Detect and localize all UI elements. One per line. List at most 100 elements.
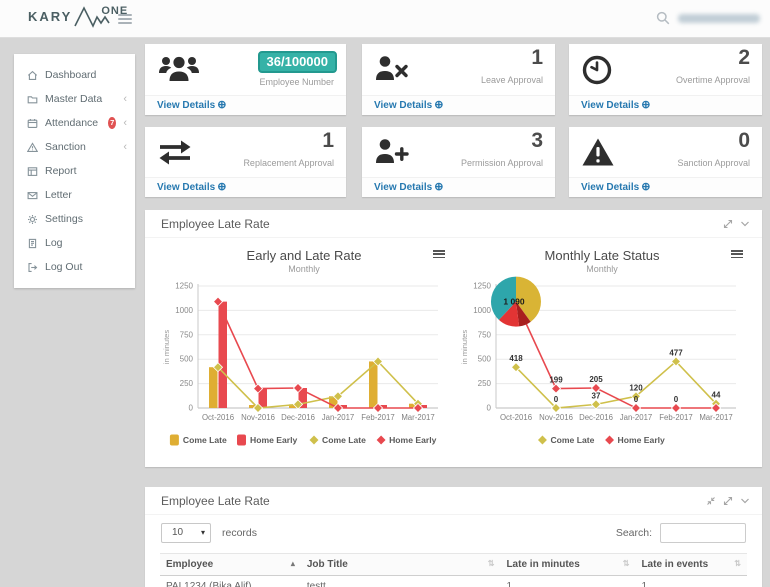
brand-logo[interactable]: KARY ONE [28, 5, 128, 29]
svg-text:750: 750 [180, 330, 194, 339]
svg-text:418: 418 [509, 354, 523, 363]
sort-icon: ⇅ [734, 559, 741, 568]
late-events-cell: 1 [635, 576, 747, 587]
stat-card-permission-approval: 3 Permission Approval View Details⊕ [362, 127, 555, 197]
chevron-left-icon: ‹ [123, 118, 127, 128]
svg-text:120: 120 [629, 383, 643, 392]
plus-circle-icon: ⊕ [641, 99, 650, 111]
svg-text:in minutes: in minutes [162, 330, 171, 364]
chevron-down-icon[interactable] [740, 219, 750, 229]
employee-late-table: Employee▴ Job Title⇅ Late in minutes⇅ La… [160, 553, 747, 587]
clock-icon [581, 54, 613, 86]
card-value: 3 [531, 129, 543, 153]
svg-text:Feb-2017: Feb-2017 [659, 413, 692, 422]
sidebar-item-master-data[interactable]: Master Data ‹ [14, 87, 135, 111]
table-search-input[interactable] [660, 523, 746, 543]
charts-panel: Employee Late Rate Early and Late Rate M… [145, 210, 762, 467]
chevron-left-icon: ‹ [123, 94, 127, 104]
sidebar-item-log[interactable]: Log [14, 231, 135, 255]
user-account-blurred[interactable] [678, 14, 760, 23]
job-title-cell: testt [301, 576, 501, 587]
chart-title: Early and Late Rate [155, 248, 453, 263]
card-value: 1 [531, 46, 543, 70]
chart-subtitle: Monthly [453, 264, 751, 274]
view-details-link[interactable]: View Details⊕ [145, 95, 346, 115]
caret-down-icon: ▾ [201, 524, 205, 542]
svg-text:1000: 1000 [473, 306, 491, 315]
table-panel-header: Employee Late Rate [145, 487, 762, 515]
calendar-icon [27, 118, 38, 129]
panel-title: Employee Late Rate [161, 494, 270, 508]
panel-title: Employee Late Rate [161, 217, 270, 231]
svg-text:477: 477 [669, 348, 683, 357]
svg-text:0: 0 [634, 395, 639, 404]
expand-icon[interactable] [723, 219, 733, 229]
person-x-icon [374, 54, 410, 84]
svg-text:Come Late: Come Late [183, 435, 227, 445]
view-details-link[interactable]: View Details⊕ [362, 177, 555, 197]
chart-menu-icon[interactable] [433, 250, 445, 260]
card-value: 2 [738, 46, 750, 70]
plus-circle-icon: ⊕ [217, 99, 226, 111]
chart-subtitle: Monthly [155, 264, 453, 274]
svg-text:44: 44 [712, 391, 721, 400]
expand-icon[interactable] [723, 496, 733, 506]
svg-text:Dec-2016: Dec-2016 [281, 413, 315, 422]
svg-text:in minutes: in minutes [460, 330, 469, 364]
sidebar-item-sanction[interactable]: Sanction ‹ [14, 135, 135, 159]
svg-text:Oct-2016: Oct-2016 [202, 413, 234, 422]
svg-text:250: 250 [180, 379, 194, 388]
chevron-down-icon[interactable] [740, 496, 750, 506]
employee-link[interactable]: PAL1234 (Bika Alif) [160, 576, 301, 587]
column-header-employee[interactable]: Employee▴ [160, 554, 301, 576]
sidebar-item-dashboard[interactable]: Dashboard [14, 63, 135, 87]
svg-text:Mar-2017: Mar-2017 [699, 413, 732, 422]
early-and-late-rate-chart: Early and Late Rate Monthly 025050075010… [155, 240, 453, 459]
column-header-job-title[interactable]: Job Title⇅ [301, 554, 501, 576]
plus-circle-icon: ⊕ [434, 99, 443, 111]
card-label: Overtime Approval [676, 75, 750, 85]
card-value: 1 [322, 129, 334, 153]
search-icon[interactable] [656, 11, 670, 25]
svg-text:0: 0 [487, 404, 492, 413]
plus-circle-icon: ⊕ [434, 181, 443, 193]
warning-triangle-icon [581, 137, 615, 167]
records-label: records [222, 527, 257, 539]
chart-title: Monthly Late Status [453, 248, 751, 263]
warning-icon [27, 142, 38, 153]
person-plus-icon [374, 137, 410, 167]
collapse-arrows-icon[interactable] [706, 496, 716, 506]
chart-menu-icon[interactable] [731, 250, 743, 260]
column-header-late-minutes[interactable]: Late in minutes⇅ [500, 554, 635, 576]
card-label: Replacement Approval [243, 158, 334, 168]
envelope-icon [27, 190, 38, 201]
sidebar-item-report[interactable]: Report [14, 159, 135, 183]
folder-icon [27, 94, 38, 105]
sidebar-item-log-out[interactable]: Log Out [14, 255, 135, 279]
exchange-arrows-icon [157, 137, 193, 167]
records-per-page-select[interactable]: 10 ▾ [161, 523, 211, 543]
view-details-link[interactable]: View Details⊕ [569, 177, 762, 197]
sidebar-item-attendance[interactable]: Attendance 7 ‹ [14, 111, 135, 135]
svg-text:Come Late: Come Late [550, 435, 594, 445]
view-details-link[interactable]: View Details⊕ [362, 95, 555, 115]
svg-text:750: 750 [478, 330, 492, 339]
stat-card-sanction-approval: 0 Sanction Approval View Details⊕ [569, 127, 762, 197]
view-details-link[interactable]: View Details⊕ [569, 95, 762, 115]
sidebar-toggle-icon[interactable] [118, 14, 132, 26]
sidebar-item-letter[interactable]: Letter [14, 183, 135, 207]
svg-text:0: 0 [554, 395, 559, 404]
stat-card-leave-approval: 1 Leave Approval View Details⊕ [362, 44, 555, 115]
sidebar-item-settings[interactable]: Settings [14, 207, 135, 231]
card-value: 0 [738, 129, 750, 153]
sort-asc-icon: ▴ [291, 559, 295, 568]
column-header-late-events[interactable]: Late in events⇅ [635, 554, 747, 576]
svg-text:Home Early: Home Early [618, 435, 666, 445]
svg-text:1250: 1250 [175, 282, 193, 291]
svg-text:Mar-2017: Mar-2017 [401, 413, 434, 422]
table-panel: Employee Late Rate 10 ▾ records Search: … [145, 487, 762, 587]
card-label: Permission Approval [461, 158, 543, 168]
view-details-link[interactable]: View Details⊕ [145, 177, 346, 197]
svg-text:Feb-2017: Feb-2017 [361, 413, 394, 422]
svg-text:Nov-2016: Nov-2016 [539, 413, 573, 422]
